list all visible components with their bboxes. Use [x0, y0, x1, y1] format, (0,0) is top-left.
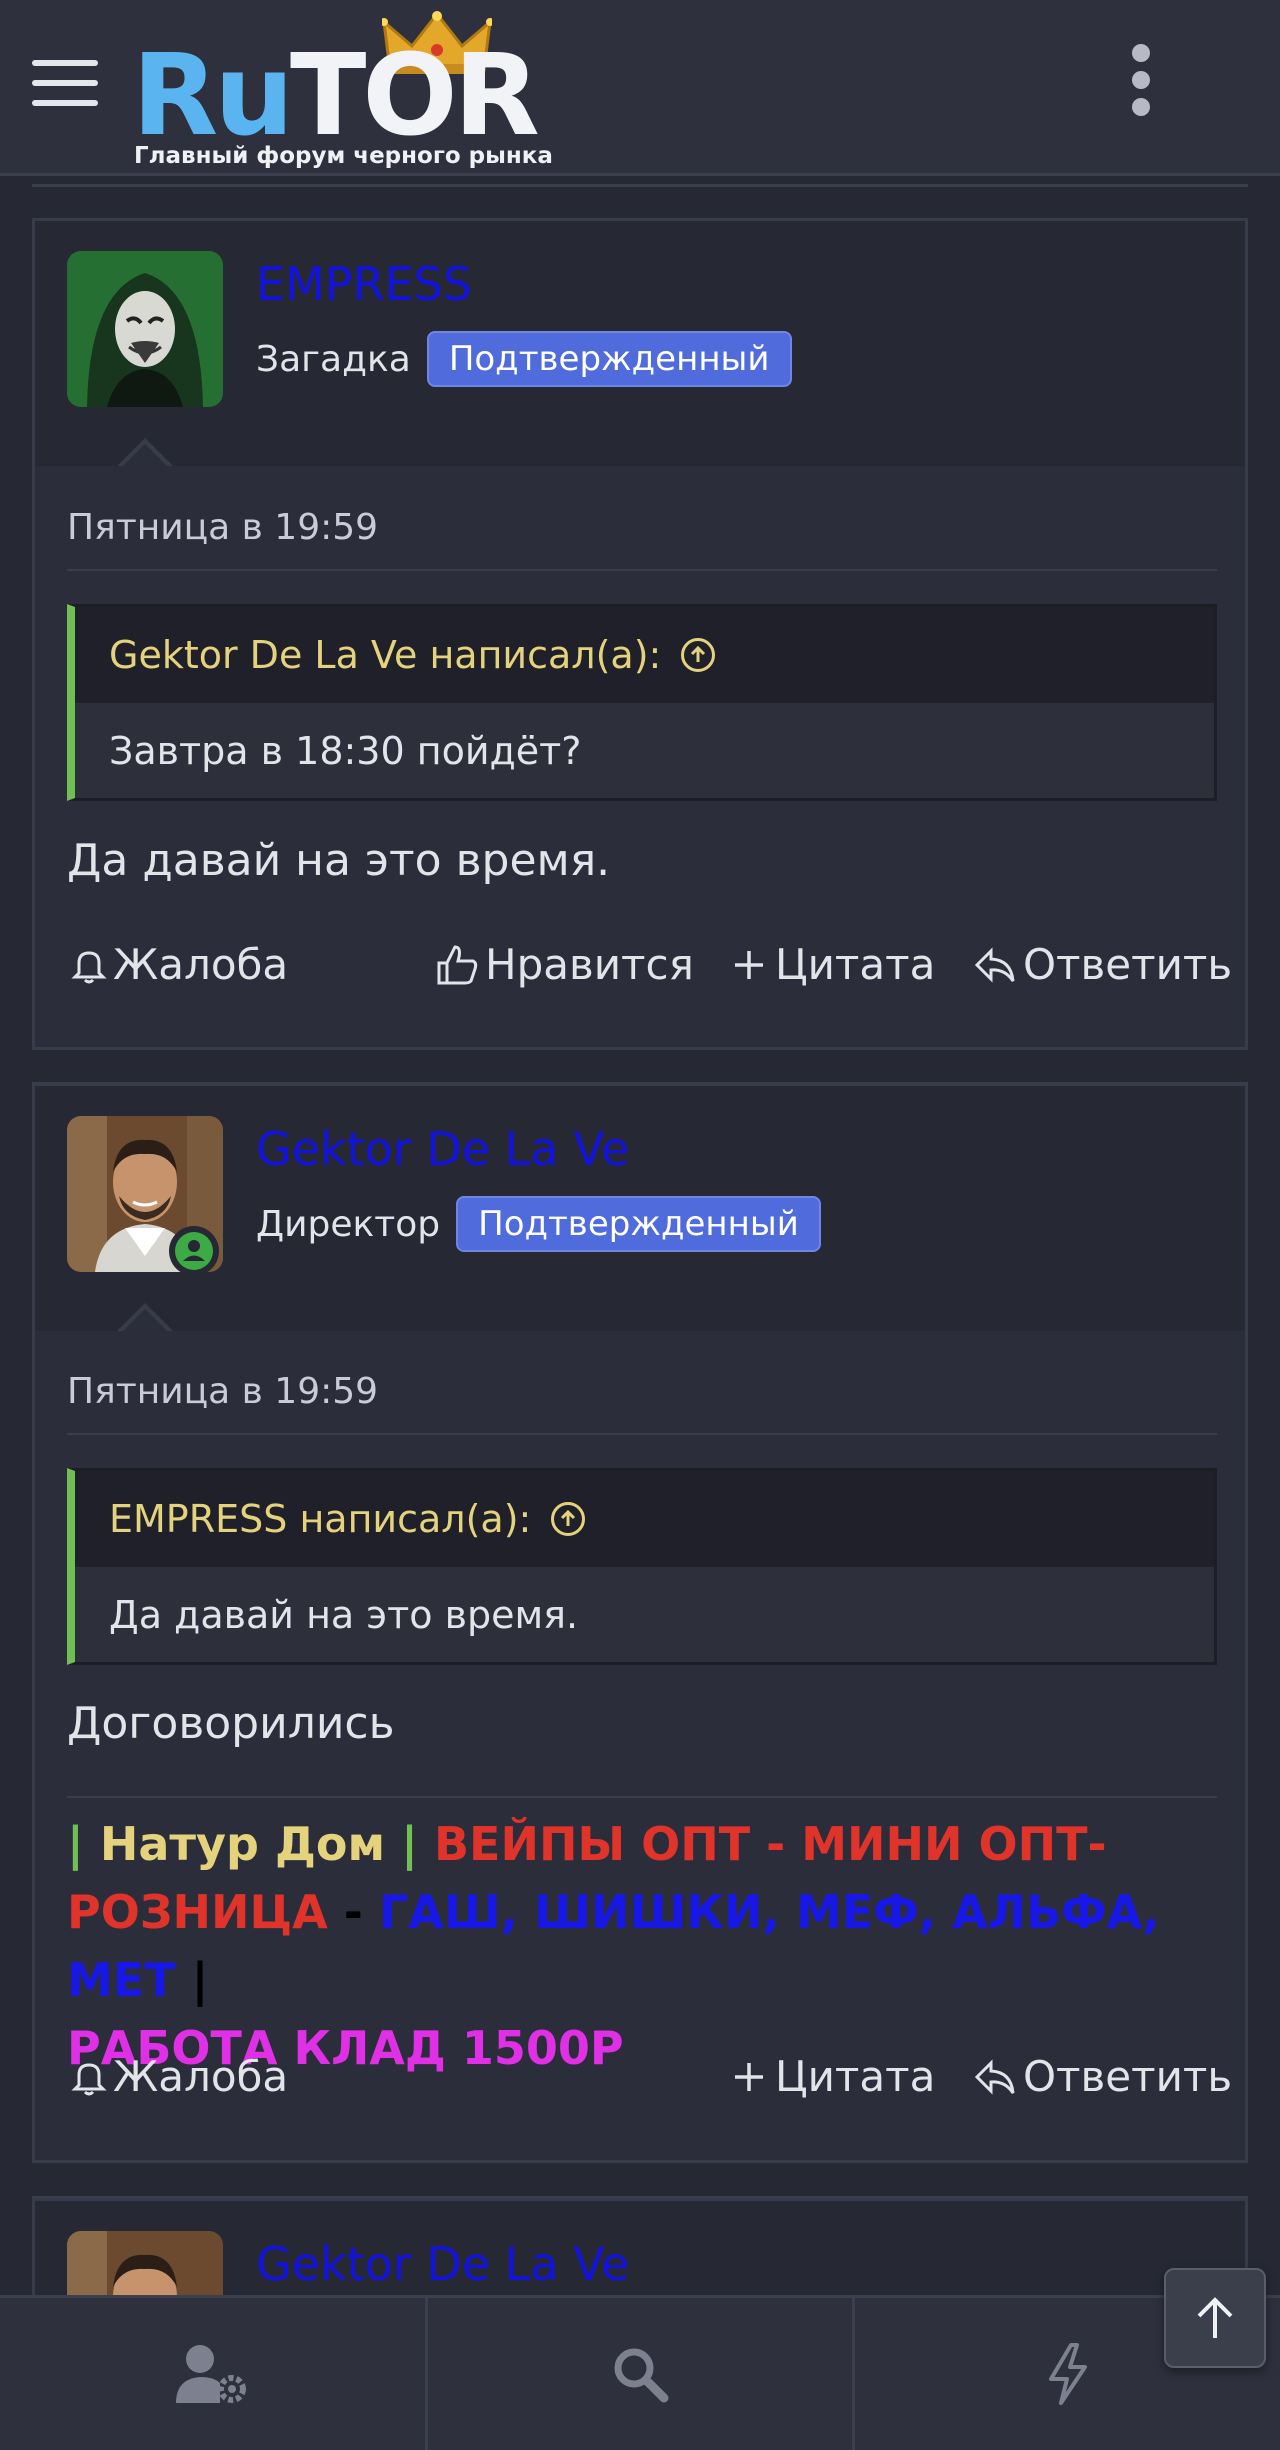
plus-icon [735, 950, 763, 979]
reply-icon [974, 946, 1015, 983]
caret-inner [120, 1309, 170, 1334]
quote-header[interactable]: Gektor De La Ve написал(а): [75, 607, 1214, 703]
logo-wordmark: RuTOR [132, 31, 540, 161]
sig-bar: | [401, 1817, 418, 1871]
user-title: Загадка [256, 338, 411, 380]
username[interactable]: Gektor De La Ve [256, 1122, 629, 1176]
user-title-row: Загадка Подтвержденный [256, 331, 792, 387]
signature[interactable]: | Натур Дом | ВЕЙПЫ ОПТ - МИНИ ОПТ- РОЗН… [67, 1810, 1227, 2082]
lightning-icon [1048, 2343, 1087, 2405]
post-gektor: Gektor De La Ve Директор Подтвержденный … [32, 1083, 1248, 2163]
sig-bar: | [191, 1953, 209, 2007]
arrow-up-circle-icon[interactable] [681, 638, 716, 672]
sig-bar: | [67, 1817, 84, 1871]
post-user-block: Gektor De La Ve Директор Подтвержденный [35, 1086, 1245, 1331]
report-button[interactable]: Жалоба [71, 2052, 288, 2101]
quote-text: Да давай на это время. [109, 1592, 579, 1637]
divider [67, 569, 1217, 571]
signature-divider [67, 1796, 1217, 1798]
post-gektor-next: Gektor De La Ve [32, 2198, 1248, 2446]
rutor-logo[interactable]: RuTOR Главный форум черного рынка [132, 10, 562, 175]
quote-block: Gektor De La Ve написал(а): Завтра в 18:… [67, 604, 1217, 801]
quote-author: EMPRESS написал(а): [109, 1497, 532, 1541]
plus-icon [735, 2062, 763, 2091]
verified-badge: Подтвержденный [426, 331, 792, 387]
reply-button[interactable]: Ответить [973, 940, 1232, 989]
search-button[interactable] [428, 2298, 856, 2450]
search-icon [614, 2348, 669, 2403]
like-button[interactable]: Нравится [435, 940, 694, 989]
bell-icon [71, 950, 107, 983]
thumbs-up-icon [437, 944, 478, 984]
divider [67, 1433, 1217, 1435]
sig-shop: Натур Дом [83, 1817, 402, 1871]
reply-icon [974, 2058, 1015, 2095]
reply-button[interactable]: Ответить [973, 2052, 1232, 2101]
sig-dash: - [343, 1885, 363, 1939]
post-date[interactable]: Пятница в 19:59 [67, 507, 378, 548]
quote-button[interactable]: Цитата [729, 940, 935, 989]
post-actions: Жалоба Нравится Цитата Ответить [35, 940, 1245, 1010]
logo-subtitle: Главный форум черного рынка [134, 143, 553, 169]
post-message: Договорились [67, 1698, 395, 1749]
bell-icon [71, 2062, 107, 2095]
scroll-to-top-button[interactable] [1164, 2268, 1266, 2368]
quote-author: Gektor De La Ve написал(а): [109, 633, 662, 677]
quote-text: Завтра в 18:30 пойдёт? [109, 728, 582, 773]
quote-header[interactable]: EMPRESS написал(а): [75, 1471, 1214, 1567]
divider [32, 184, 1248, 187]
arrow-up-icon [1197, 2297, 1233, 2338]
arrow-up-circle-icon[interactable] [551, 1502, 586, 1536]
online-status-icon [169, 1226, 219, 1276]
caret-inner [120, 444, 170, 469]
quote-block: EMPRESS написал(а): Да давай на это врем… [67, 1468, 1217, 1665]
quote-button[interactable]: Цитата [729, 2052, 935, 2101]
post-empress: EMPRESS Загадка Подтвержденный Пятница в… [32, 218, 1248, 1050]
post-user-block: EMPRESS Загадка Подтвержденный [35, 221, 1245, 466]
user-title: Директор [256, 1203, 441, 1245]
report-button[interactable]: Жалоба [71, 940, 288, 989]
menu-icon[interactable] [32, 60, 98, 108]
account-button[interactable] [0, 2298, 428, 2450]
more-options-icon[interactable] [1125, 44, 1157, 116]
username[interactable]: Gektor De La Ve [256, 2237, 629, 2291]
top-header: RuTOR Главный форум черного рынка [0, 0, 1280, 176]
username[interactable]: EMPRESS [256, 257, 472, 311]
user-settings-icon [176, 2345, 247, 2403]
verified-badge: Подтвержденный [456, 1196, 821, 1252]
bottom-nav [0, 2295, 1280, 2450]
post-message: Да давай на это время. [67, 835, 611, 886]
post-actions: Жалоба Цитата Ответить [35, 2052, 1245, 2122]
post-date[interactable]: Пятница в 19:59 [67, 1371, 378, 1412]
user-title-row: Директор Подтвержденный [256, 1196, 821, 1252]
avatar[interactable] [67, 251, 223, 407]
